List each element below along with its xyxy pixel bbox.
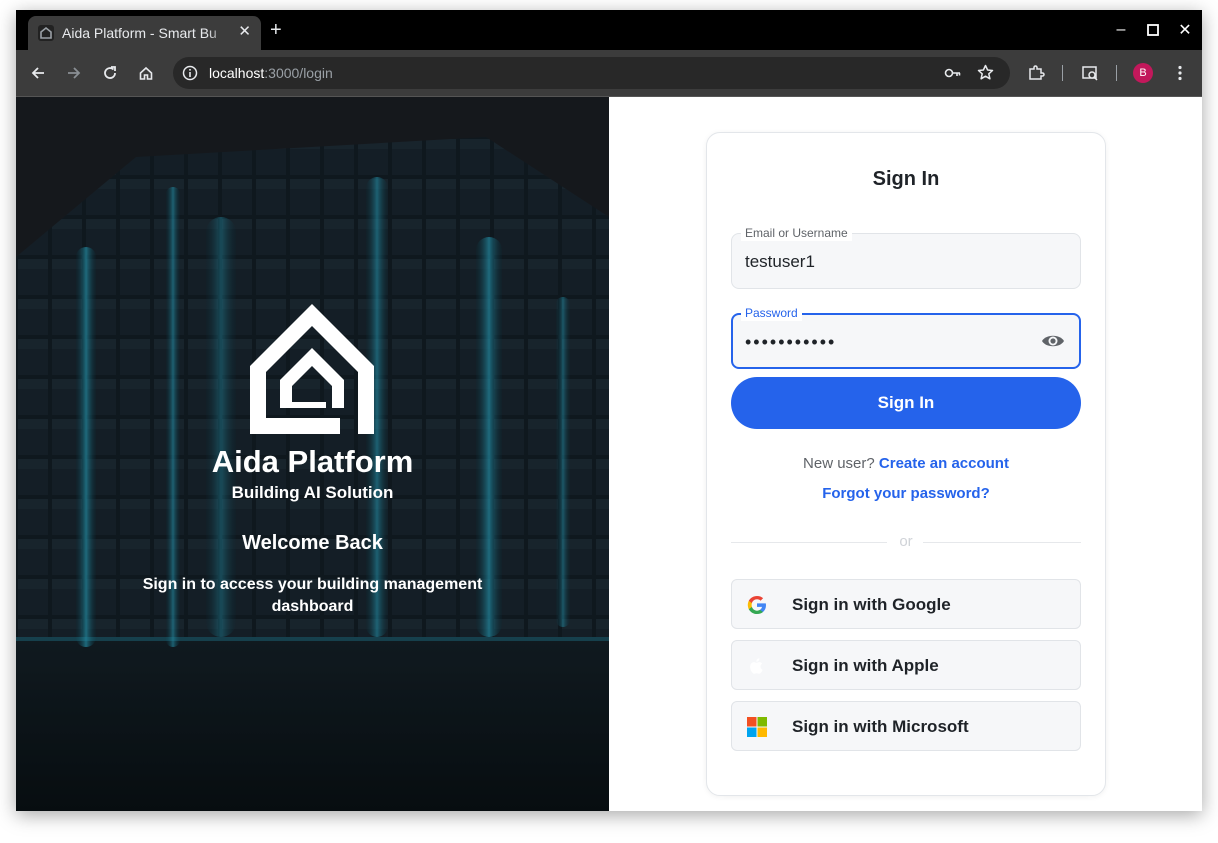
sign-in-button[interactable]: Sign In [731, 377, 1081, 429]
login-title: Sign In [872, 168, 940, 190]
reload-icon [104, 66, 116, 79]
apple-sign-in-label: Sign in with Apple [792, 656, 939, 675]
toolbar-separator [1062, 65, 1063, 81]
google-sign-in-label: Sign in with Google [792, 595, 951, 614]
reload-button[interactable] [99, 62, 121, 84]
back-button[interactable] [27, 62, 49, 84]
welcome-description: Sign in to access your building manageme… [142, 576, 483, 615]
hero-panel: Aida Platform Building AI Solution Welco… [16, 97, 609, 811]
password-input[interactable]: ••••••••••• [745, 332, 836, 353]
maximize-icon [1147, 24, 1159, 36]
google-sign-in-button[interactable]: Sign in with Google [731, 579, 1081, 629]
password-field[interactable]: Password ••••••••••• [731, 305, 1081, 369]
forward-button[interactable] [63, 62, 85, 84]
maximize-button[interactable] [1142, 19, 1164, 41]
new-user-row: New user? Create an account [707, 455, 1105, 472]
brand-subtitle: Building AI Solution [231, 483, 394, 502]
close-window-button[interactable]: ✕ [1174, 19, 1196, 41]
profile-avatar[interactable]: B [1133, 63, 1153, 83]
back-arrow-icon [31, 67, 44, 79]
microsoft-sign-in-label: Sign in with Microsoft [792, 717, 969, 736]
site-info-icon[interactable] [182, 65, 198, 86]
home-button[interactable] [135, 62, 157, 84]
aida-logo-icon [250, 304, 374, 434]
forgot-password-link[interactable]: Forgot your password? [707, 485, 1105, 502]
tab-search-button[interactable] [1079, 62, 1101, 84]
password-key-icon[interactable] [944, 65, 962, 86]
menu-button[interactable] [1169, 62, 1191, 84]
forward-arrow-icon [68, 67, 81, 79]
divider-right [923, 542, 1081, 543]
url-text[interactable]: localhost:3000/login [209, 65, 333, 81]
microsoft-sign-in-button[interactable]: Sign in with Microsoft [731, 701, 1081, 751]
apple-sign-in-button[interactable]: Sign in with Apple [731, 640, 1081, 690]
url-host: localhost [209, 65, 265, 81]
google-icon [747, 596, 766, 614]
bookmark-star-icon[interactable] [977, 64, 994, 86]
show-password-eye-icon[interactable] [1041, 332, 1065, 355]
toolbar-separator [1116, 65, 1117, 81]
address-bar[interactable]: localhost:3000/login [173, 57, 1010, 89]
puzzle-icon [1029, 65, 1045, 80]
browser-tab[interactable]: Aida Platform - Smart Bu ✕ [28, 16, 261, 50]
extensions-button[interactable] [1025, 62, 1047, 84]
new-tab-button[interactable]: + [270, 20, 282, 40]
password-label: Password [741, 305, 802, 321]
browser-window: Aida Platform - Smart Bu ✕ + – ✕ localho… [16, 10, 1202, 811]
email-label: Email or Username [741, 225, 852, 241]
welcome-title: Welcome Back [242, 532, 383, 554]
email-input[interactable]: testuser1 [745, 252, 815, 272]
tab-close-icon[interactable]: ✕ [238, 24, 251, 40]
create-account-link[interactable]: Create an account [879, 455, 1009, 472]
url-path: :3000/login [264, 65, 333, 81]
house-favicon-icon [38, 25, 54, 41]
minimize-button[interactable]: – [1110, 19, 1132, 41]
more-vert-icon [1178, 65, 1182, 81]
apple-icon [750, 658, 763, 674]
tab-title: Aida Platform - Smart Bu [62, 25, 217, 41]
microsoft-icon [747, 717, 767, 737]
page-content: Aida Platform Building AI Solution Welco… [16, 97, 1202, 811]
brand-title: Aida Platform [211, 444, 414, 479]
home-icon [139, 66, 153, 80]
title-bar: Aida Platform - Smart Bu ✕ + – ✕ [16, 10, 1202, 50]
tab-search-icon [1082, 66, 1098, 81]
new-user-text: New user? [803, 455, 875, 472]
login-card: Sign In Email or Username testuser1 Pass… [706, 132, 1106, 796]
email-field[interactable]: Email or Username testuser1 [731, 225, 1081, 289]
browser-toolbar: localhost:3000/login B [16, 50, 1202, 97]
